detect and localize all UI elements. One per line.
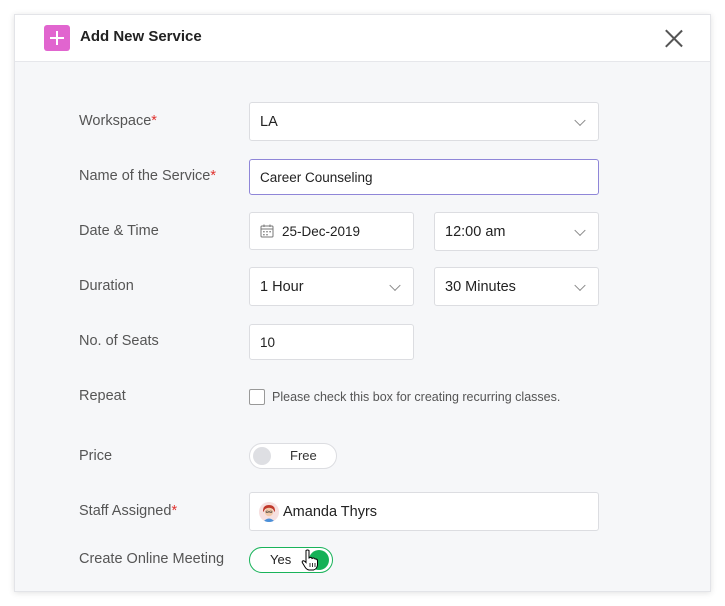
price-label: Price: [79, 448, 113, 464]
avatar: [259, 501, 279, 522]
plus-icon: [44, 25, 70, 51]
repeat-checkbox[interactable]: [249, 389, 265, 405]
hand-cursor-icon: [301, 549, 318, 571]
chevron-down-icon: [389, 279, 401, 291]
date-input[interactable]: 25-Dec-2019: [249, 212, 414, 250]
online-meeting-toggle-text: Yes: [270, 552, 292, 567]
date-time-label: Date & Time: [79, 223, 159, 239]
duration-minutes-select[interactable]: 30 Minutes: [434, 267, 599, 306]
chevron-down-icon: [574, 114, 586, 126]
staff-select[interactable]: Amanda Thyrs: [249, 492, 599, 531]
price-toggle-text: Free: [290, 448, 317, 463]
add-service-dialog: Add New Service Workspace* LA Name of th…: [14, 14, 711, 592]
toggle-knob: [253, 447, 271, 465]
seats-label: No. of Seats: [79, 333, 159, 349]
time-select[interactable]: 12:00 am: [434, 212, 599, 251]
duration-hours-select[interactable]: 1 Hour: [249, 267, 414, 306]
workspace-label: Workspace*: [79, 113, 157, 129]
close-icon[interactable]: [664, 28, 684, 48]
dialog-title: Add New Service: [80, 28, 202, 45]
repeat-label: Repeat: [79, 388, 126, 404]
service-name-input[interactable]: Career Counseling: [249, 159, 599, 195]
workspace-select[interactable]: LA: [249, 102, 599, 141]
dialog-header: Add New Service: [15, 15, 710, 62]
chevron-down-icon: [574, 224, 586, 236]
staff-label: Staff Assigned*: [79, 503, 178, 519]
price-toggle[interactable]: Free: [249, 443, 337, 469]
duration-label: Duration: [79, 278, 134, 294]
service-name-label: Name of the Service*: [79, 168, 217, 184]
calendar-icon: [260, 224, 274, 238]
repeat-checkbox-text: Please check this box for creating recur…: [272, 390, 561, 404]
online-meeting-label: Create Online Meeting: [79, 551, 225, 567]
seats-input[interactable]: 10: [249, 324, 414, 360]
chevron-down-icon: [574, 279, 586, 291]
online-meeting-toggle[interactable]: Yes: [249, 547, 333, 573]
